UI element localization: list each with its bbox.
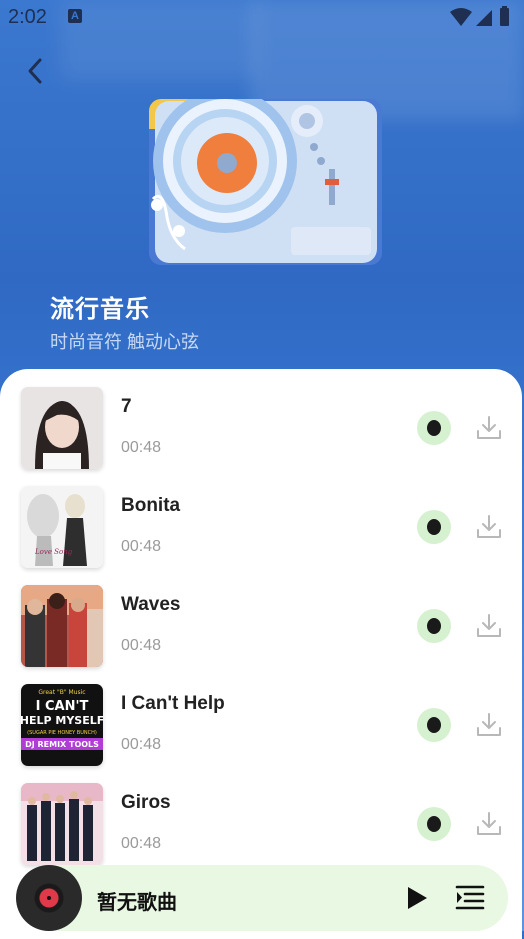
play-icon[interactable] bbox=[417, 609, 451, 643]
download-icon[interactable] bbox=[476, 415, 502, 441]
record-player-illustration bbox=[149, 99, 382, 265]
status-time: 2:02 bbox=[8, 6, 47, 28]
song-duration: 00:48 bbox=[121, 439, 162, 456]
vinyl-disc-icon[interactable] bbox=[16, 865, 82, 931]
playlist-icon[interactable] bbox=[455, 884, 485, 912]
song-duration: 00:48 bbox=[121, 637, 162, 654]
song-title: Giros bbox=[121, 792, 171, 813]
svg-text:(SUGAR PIE HONEY BUNCH): (SUGAR PIE HONEY BUNCH) bbox=[27, 730, 97, 736]
song-duration: 00:48 bbox=[121, 835, 162, 852]
svg-text:Love Song: Love Song bbox=[34, 548, 73, 556]
download-icon[interactable] bbox=[476, 613, 502, 639]
svg-text:I CAN'T: I CAN'T bbox=[36, 699, 89, 714]
song-list-panel: 7 00:48 Love Song Bonita 00:48 Waves 00:… bbox=[0, 369, 522, 939]
playlist-subtitle: 时尚音符 触动心弦 bbox=[50, 332, 200, 352]
song-thumbnail: Great "B" Music I CAN'T HELP MYSELF (SUG… bbox=[21, 684, 103, 766]
play-icon[interactable] bbox=[417, 807, 451, 841]
play-icon[interactable] bbox=[417, 708, 451, 742]
svg-text:DJ REMIX TOOLS: DJ REMIX TOOLS bbox=[25, 740, 99, 749]
battery-icon bbox=[500, 8, 509, 26]
song-row[interactable]: Waves 00:48 bbox=[0, 567, 522, 667]
download-icon[interactable] bbox=[476, 811, 502, 837]
song-title: Waves bbox=[121, 594, 181, 615]
svg-text:Great "B" Music: Great "B" Music bbox=[38, 689, 85, 696]
song-duration: 00:48 bbox=[121, 538, 162, 555]
play-icon[interactable] bbox=[404, 884, 430, 912]
now-playing-title: 暂无歌曲 bbox=[97, 892, 177, 914]
play-icon[interactable] bbox=[417, 510, 451, 544]
svg-text:HELP MYSELF: HELP MYSELF bbox=[21, 714, 103, 727]
song-row[interactable]: Love Song Bonita 00:48 bbox=[0, 468, 522, 568]
signal-icon bbox=[476, 10, 492, 26]
notification-a-icon: A bbox=[68, 9, 82, 23]
play-icon[interactable] bbox=[417, 411, 451, 445]
playlist-cover bbox=[149, 99, 382, 265]
song-thumbnail bbox=[21, 585, 103, 667]
playlist-title: 流行音乐 bbox=[50, 296, 150, 323]
wifi-icon bbox=[450, 8, 472, 26]
song-thumbnail: Love Song bbox=[21, 486, 103, 568]
download-icon[interactable] bbox=[476, 712, 502, 738]
back-arrow-icon[interactable] bbox=[22, 56, 50, 86]
song-thumbnail bbox=[21, 387, 103, 469]
song-row[interactable]: Giros 00:48 bbox=[0, 765, 522, 865]
song-title: Bonita bbox=[121, 495, 181, 516]
download-icon[interactable] bbox=[476, 514, 502, 540]
system-status-icons bbox=[450, 6, 509, 26]
song-duration: 00:48 bbox=[121, 736, 162, 753]
song-thumbnail bbox=[21, 783, 103, 865]
mini-player[interactable] bbox=[16, 865, 508, 931]
song-title: I Can't Help bbox=[121, 693, 225, 714]
status-bar: 2:02 A bbox=[0, 0, 524, 34]
song-title: 7 bbox=[121, 396, 132, 417]
song-row[interactable]: 7 00:48 bbox=[0, 369, 522, 469]
song-row[interactable]: Great "B" Music I CAN'T HELP MYSELF (SUG… bbox=[0, 666, 522, 766]
